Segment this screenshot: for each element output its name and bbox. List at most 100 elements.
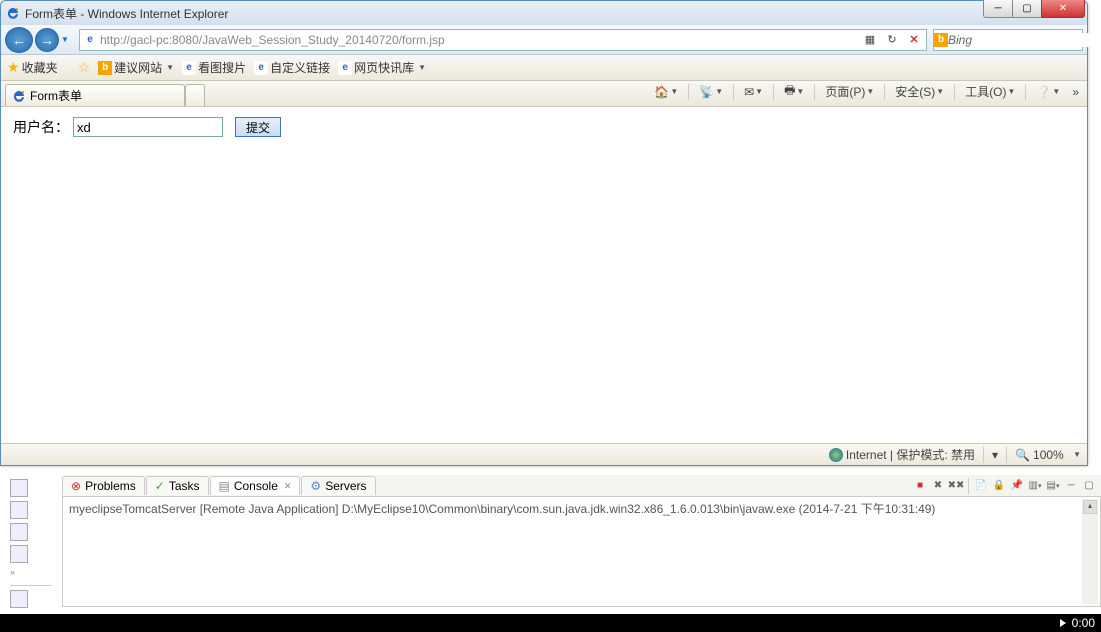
print-button[interactable]: 🖶▼ xyxy=(780,79,808,104)
scroll-up-button[interactable]: ▴ xyxy=(1083,500,1097,514)
refresh-dropdown[interactable]: ↻ xyxy=(882,31,902,49)
fav-link-suggested[interactable]: b建议网站 ▼ xyxy=(98,59,174,76)
globe-icon xyxy=(829,448,843,462)
tab-label: Problems xyxy=(85,479,136,493)
eclipse-view-icon[interactable] xyxy=(10,523,28,541)
scroll-lock-button[interactable]: 🔒 xyxy=(991,478,1007,494)
compat-view-icon[interactable]: ▦ xyxy=(860,31,880,49)
search-bar: b 🔍 xyxy=(933,29,1083,51)
console-line: myeclipseTomcatServer [Remote Java Appli… xyxy=(69,502,935,516)
tab-active[interactable]: Form表单 xyxy=(5,84,185,106)
minimize-button[interactable]: ─ xyxy=(983,0,1013,18)
remove-launch-button[interactable]: ✖ xyxy=(930,478,946,494)
eclipse-view-icon[interactable] xyxy=(10,501,28,519)
zone-label: Internet | 保护模式: 禁用 xyxy=(846,446,975,463)
page-menu[interactable]: 页面(P)▼ xyxy=(821,81,878,102)
star-add-icon: ☆ xyxy=(78,59,91,76)
star-icon: ★ xyxy=(7,59,20,76)
mail-button[interactable]: ✉▼ xyxy=(740,83,767,101)
navigation-bar: ← → ▼ e ▦ ↻ ✕ b 🔍 xyxy=(1,25,1087,55)
terminate-button[interactable]: ■ xyxy=(912,478,928,494)
chevron-right-icon[interactable]: » xyxy=(1068,83,1083,101)
ie-icon: e xyxy=(182,61,196,75)
tab-problems[interactable]: ⊗Problems xyxy=(62,476,145,495)
eclipse-tab-bar: ⊗Problems ✓Tasks ▤Console✕ ⚙Servers ■ ✖ … xyxy=(62,475,1101,497)
console-output[interactable]: myeclipseTomcatServer [Remote Java Appli… xyxy=(62,497,1101,607)
page-content: 用户名： 提交 xyxy=(1,107,1087,417)
username-input[interactable] xyxy=(73,117,223,137)
fav-link-image-search[interactable]: e看图搜片 xyxy=(182,59,246,76)
console-toolbar: ■ ✖ ✖✖ 📄 🔒 📌 ▥▾ ▤▾ ─ ▢ xyxy=(912,478,1101,494)
eclipse-view-icon[interactable] xyxy=(10,479,28,497)
tab-label: Tasks xyxy=(169,479,200,493)
favorites-button[interactable]: ★收藏夹 xyxy=(7,59,58,76)
status-bar: Internet | 保护模式: 禁用 ▾ 🔍100% ▼ xyxy=(1,443,1087,465)
ie-icon xyxy=(5,5,21,21)
tab-servers[interactable]: ⚙Servers xyxy=(301,476,375,495)
close-icon[interactable]: ✕ xyxy=(284,481,292,492)
clock: 0:00 xyxy=(1072,616,1095,630)
fav-link-label: 看图搜片 xyxy=(198,59,246,76)
eclipse-panel: » ⊗Problems ✓Tasks ▤Console✕ ⚙Servers ■ … xyxy=(6,475,1101,607)
new-tab-button[interactable] xyxy=(185,84,205,106)
window-controls: ─ ▢ ✕ xyxy=(984,0,1085,18)
minimize-view-button[interactable]: ─ xyxy=(1063,478,1079,494)
ie-icon xyxy=(12,89,26,103)
eclipse-view-icon[interactable] xyxy=(10,590,28,608)
ie-icon: e xyxy=(254,61,268,75)
tab-bar: Form表单 🏠▼ 📡▼ ✉▼ 🖶▼ 页面(P)▼ 安全(S)▼ 工具(O)▼ … xyxy=(1,81,1087,107)
command-bar: 🏠▼ 📡▼ ✉▼ 🖶▼ 页面(P)▼ 安全(S)▼ 工具(O)▼ ❔▼ » xyxy=(650,79,1083,106)
eclipse-view-toolbar: » xyxy=(6,475,56,612)
username-label: 用户名： xyxy=(13,117,69,137)
safety-menu[interactable]: 安全(S)▼ xyxy=(891,81,948,102)
back-button[interactable]: ← xyxy=(5,27,33,53)
nav-history-dropdown[interactable]: ▼ xyxy=(61,35,73,44)
fav-link-custom[interactable]: e自定义链接 xyxy=(254,59,330,76)
remove-all-button[interactable]: ✖✖ xyxy=(948,478,964,494)
submit-button[interactable]: 提交 xyxy=(235,117,281,137)
eclipse-view-icon[interactable] xyxy=(10,545,28,563)
favorites-label: 收藏夹 xyxy=(22,59,58,76)
fav-link-webslice[interactable]: e网页快讯库▼ xyxy=(338,59,426,76)
fav-link-label: 建议网站 xyxy=(114,59,162,76)
page-menu-label: 页面(P) xyxy=(825,83,865,100)
add-favorite-button[interactable]: ☆ xyxy=(78,59,91,76)
page-icon: e xyxy=(80,33,100,47)
zoom-label: 100% xyxy=(1033,448,1064,462)
browser-window: Form表单 - Windows Internet Explorer ─ ▢ ✕… xyxy=(0,0,1088,466)
scrollbar[interactable]: ▴ xyxy=(1082,499,1098,604)
zoom-control[interactable]: 🔍100% ▼ xyxy=(1015,448,1081,462)
tools-menu[interactable]: 工具(O)▼ xyxy=(961,81,1019,102)
bing-icon: b xyxy=(934,33,948,47)
expand-icon[interactable]: » xyxy=(10,567,52,577)
form-row: 用户名： 提交 xyxy=(13,117,1075,137)
close-button[interactable]: ✕ xyxy=(1041,0,1085,18)
display-console-button[interactable]: ▥▾ xyxy=(1027,478,1043,494)
help-button[interactable]: ❔▼ xyxy=(1032,83,1064,101)
protected-mode-dropdown[interactable]: ▾ xyxy=(992,448,998,462)
forward-button[interactable]: → xyxy=(35,28,59,52)
feeds-button[interactable]: 📡▼ xyxy=(695,83,727,101)
favorites-bar: ★收藏夹 ☆ b建议网站▼ e看图搜片 e自定义链接 e网页快讯库▼ xyxy=(1,55,1087,81)
stop-button[interactable]: ✕ xyxy=(904,31,924,49)
tab-console[interactable]: ▤Console✕ xyxy=(210,476,301,495)
address-bar: e ▦ ↻ ✕ xyxy=(79,29,927,51)
chevron-down-icon: ▼ xyxy=(166,63,174,72)
tab-tasks[interactable]: ✓Tasks xyxy=(146,476,209,495)
open-console-button[interactable]: ▤▾ xyxy=(1045,478,1061,494)
chevron-down-icon: ▼ xyxy=(418,63,426,72)
pin-console-button[interactable]: 📌 xyxy=(1009,478,1025,494)
clear-console-button[interactable]: 📄 xyxy=(973,478,989,494)
security-zone[interactable]: Internet | 保护模式: 禁用 xyxy=(829,446,975,463)
search-input[interactable] xyxy=(948,33,1101,47)
home-button[interactable]: 🏠▼ xyxy=(650,83,682,101)
maximize-button[interactable]: ▢ xyxy=(1012,0,1042,18)
play-icon[interactable] xyxy=(1060,619,1066,627)
title-bar: Form表单 - Windows Internet Explorer ─ ▢ ✕ xyxy=(1,1,1087,25)
url-input[interactable] xyxy=(100,33,858,47)
maximize-view-button[interactable]: ▢ xyxy=(1081,478,1097,494)
tab-label: Servers xyxy=(325,479,366,493)
bing-icon: b xyxy=(98,61,112,75)
fav-link-label: 自定义链接 xyxy=(270,59,330,76)
tab-label: Console xyxy=(234,479,278,493)
